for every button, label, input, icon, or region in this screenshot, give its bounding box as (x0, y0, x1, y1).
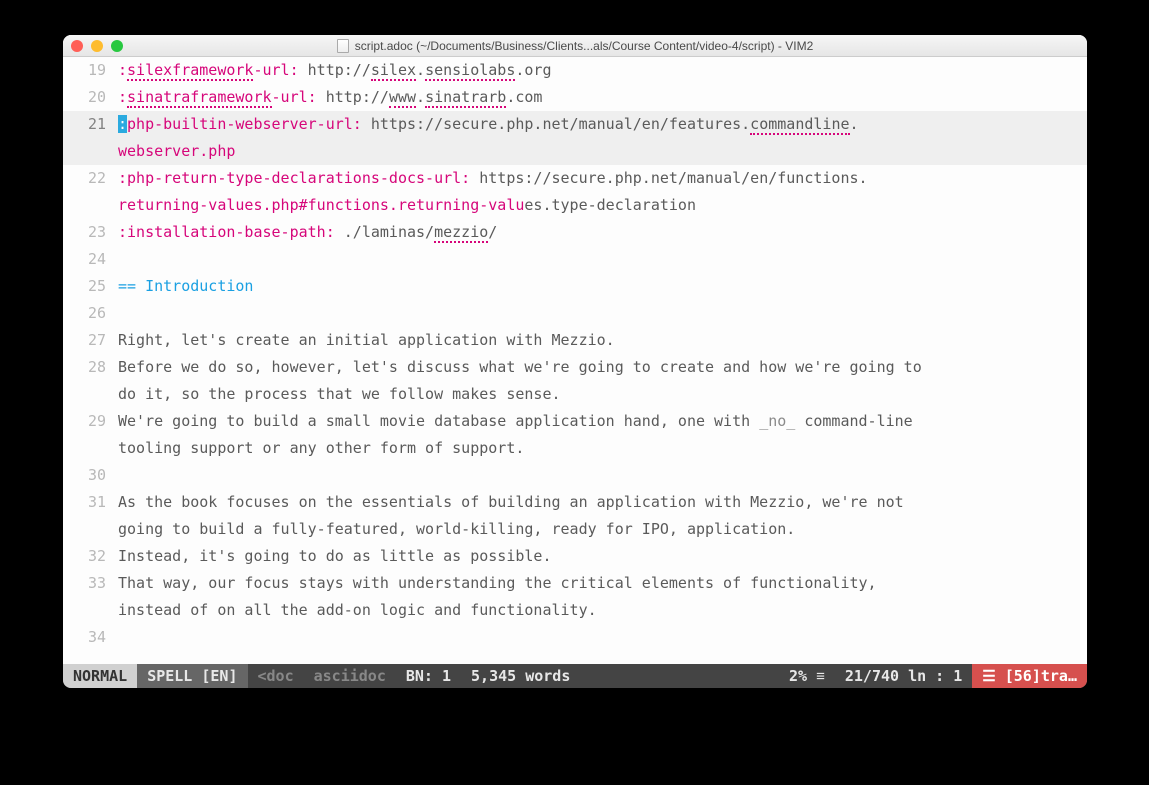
title-text: script.adoc (~/Documents/Business/Client… (355, 39, 814, 53)
filetype-indicator: asciidoc (304, 664, 396, 688)
line-number: 31 (63, 489, 118, 516)
line-number: 25 (63, 273, 118, 300)
code-line-continuation[interactable]: instead of on all the add-on logic and f… (63, 597, 1087, 624)
line-number: 28 (63, 354, 118, 381)
editor-window: script.adoc (~/Documents/Business/Client… (63, 35, 1087, 688)
code-line[interactable]: 30 (63, 462, 1087, 489)
line-number: 21 (63, 111, 118, 138)
word-count: 5,345 words (461, 664, 580, 688)
code-line-continuation[interactable]: going to build a fully-featured, world-k… (63, 516, 1087, 543)
line-number: 23 (63, 219, 118, 246)
code-line-continuation[interactable]: tooling support or any other form of sup… (63, 435, 1087, 462)
line-number: 30 (63, 462, 118, 489)
code-line[interactable]: 25== Introduction (63, 273, 1087, 300)
code-line[interactable]: 33That way, our focus stays with underst… (63, 570, 1087, 597)
line-number: 27 (63, 327, 118, 354)
code-line[interactable]: 24 (63, 246, 1087, 273)
mode-indicator: NORMAL (63, 664, 137, 688)
line-number: 29 (63, 408, 118, 435)
code-line-continuation[interactable]: webserver.php (63, 138, 1087, 165)
code-line[interactable]: 22:php-return-type-declarations-docs-url… (63, 165, 1087, 192)
buffer-number: BN: 1 (396, 664, 461, 688)
code-line[interactable]: 20:sinatraframework-url: http://www.sina… (63, 84, 1087, 111)
line-number: 20 (63, 84, 118, 111)
code-line[interactable]: 31As the book focuses on the essentials … (63, 489, 1087, 516)
titlebar: script.adoc (~/Documents/Business/Client… (63, 35, 1087, 57)
status-bar: NORMAL SPELL [EN] <doc asciidoc BN: 1 5,… (63, 664, 1087, 688)
spell-indicator: SPELL [EN] (137, 664, 247, 688)
line-number: 26 (63, 300, 118, 327)
code-line[interactable]: 19:silexframework-url: http://silex.sens… (63, 57, 1087, 84)
document-icon (337, 39, 349, 53)
line-number: 32 (63, 543, 118, 570)
code-line[interactable]: 26 (63, 300, 1087, 327)
code-line[interactable]: 28Before we do so, however, let's discus… (63, 354, 1087, 381)
editor-area[interactable]: 19:silexframework-url: http://silex.sens… (63, 57, 1087, 664)
trailing-whitespace-indicator: ☰ [56]tra… (972, 664, 1087, 688)
line-number: 33 (63, 570, 118, 597)
code-line[interactable]: 34 (63, 624, 1087, 651)
position-indicator: 21/740 ln : 1 (835, 664, 972, 688)
percent-indicator: 2% ≡ (779, 664, 835, 688)
code-line-continuation[interactable]: do it, so the process that we follow mak… (63, 381, 1087, 408)
line-number: 34 (63, 624, 118, 651)
code-line[interactable]: 21:php-builtin-webserver-url: https://se… (63, 111, 1087, 138)
code-line[interactable]: 27Right, let's create an initial applica… (63, 327, 1087, 354)
line-number: 22 (63, 165, 118, 192)
code-line[interactable]: 29We're going to build a small movie dat… (63, 408, 1087, 435)
branch-indicator: <doc (248, 664, 304, 688)
code-line[interactable]: 23:installation-base-path: ./laminas/mez… (63, 219, 1087, 246)
code-line[interactable]: 32Instead, it's going to do as little as… (63, 543, 1087, 570)
line-number: 19 (63, 57, 118, 84)
line-number: 24 (63, 246, 118, 273)
window-title: script.adoc (~/Documents/Business/Client… (63, 39, 1087, 53)
code-line-continuation[interactable]: returning-values.php#functions.returning… (63, 192, 1087, 219)
